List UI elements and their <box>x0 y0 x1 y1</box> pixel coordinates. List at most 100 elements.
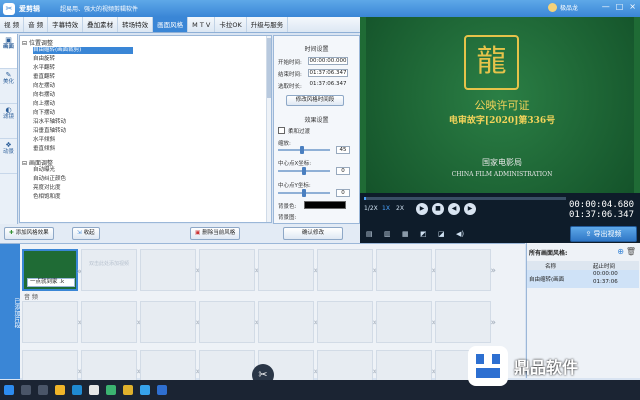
end-time-field[interactable]: 01:37:06.347 <box>308 69 348 77</box>
effect-item[interactable]: 向上摆动 <box>33 101 133 108</box>
tab-upgrade[interactable]: 升级与服务 <box>247 17 289 32</box>
effect-item[interactable]: 自动纠正颜色 <box>33 176 133 183</box>
slider-knob[interactable] <box>302 167 306 175</box>
settings-icon[interactable]: ◩ <box>420 230 427 238</box>
speed-1x-button[interactable]: 1X <box>382 205 390 212</box>
collapse-button[interactable]: ⇲ 收起 <box>72 227 100 240</box>
add-icon[interactable]: ⊕ <box>617 247 624 256</box>
effect-item[interactable]: 自由旋转 <box>33 56 133 63</box>
delete-effect-button[interactable]: ▣ 删除当前风格 <box>190 227 241 240</box>
timeline-side-tab[interactable]: 已添加片段 <box>0 244 20 379</box>
tab-video[interactable]: 视 频 <box>0 17 25 32</box>
minimize-button[interactable]: — <box>602 2 610 11</box>
open-file-icon[interactable]: ▤ <box>366 230 373 238</box>
empty-clip-slot[interactable]: » <box>376 301 437 343</box>
empty-clip-slot[interactable]: » <box>376 249 437 291</box>
folder-icon[interactable] <box>89 385 99 395</box>
scale-input[interactable]: 45 <box>336 146 350 154</box>
sidebar-item-beautify[interactable]: ✎ 美化 <box>0 69 17 104</box>
empty-clip-slot[interactable]: 双击此处添加视频 <box>81 249 137 291</box>
empty-clip-slot[interactable]: » <box>140 301 201 343</box>
effect-item[interactable]: 向左摆动 <box>33 83 133 90</box>
effect-item[interactable]: 沿垂直轴转动 <box>33 128 133 135</box>
bg-color-picker[interactable] <box>304 201 346 209</box>
capture-icon[interactable]: ▥ <box>384 230 391 238</box>
tab-karaoke[interactable]: 卡拉OK <box>215 17 247 32</box>
add-effect-button[interactable]: ✚ 添加风格效果 <box>4 227 54 240</box>
aijianji-icon[interactable] <box>157 385 167 395</box>
empty-clip-slot[interactable]: » <box>140 249 201 291</box>
tab-mtv[interactable]: M T V <box>188 17 216 32</box>
stop-icon[interactable]: ■ <box>432 203 444 215</box>
speed-2x-button[interactable]: 2X <box>396 205 404 212</box>
effect-item[interactable]: 水平翻转 <box>33 65 133 72</box>
center-x-slider[interactable] <box>278 167 330 175</box>
effect-item[interactable]: 水平倾斜 <box>33 137 133 144</box>
empty-clip-slot[interactable]: » <box>317 249 378 291</box>
tab-audio[interactable]: 音 频 <box>24 17 49 32</box>
tab-overlay[interactable]: 叠加素材 <box>83 17 119 32</box>
empty-clip-slot[interactable]: » <box>435 301 496 343</box>
start-time-field[interactable]: 00:00:00.000 <box>308 57 348 65</box>
sidebar-item-motion[interactable]: ❖ 动景 <box>0 139 17 174</box>
style-list-row[interactable]: 自由缩转(画面 00:00:00 01:37:06 <box>527 270 639 288</box>
play-icon[interactable]: ▶ <box>416 203 428 215</box>
slider-knob[interactable] <box>300 146 304 154</box>
trash-icon[interactable]: 🗑 <box>626 247 636 256</box>
center-y-input[interactable]: 0 <box>336 189 350 197</box>
explorer-icon[interactable] <box>55 385 65 395</box>
sidebar-item-picture[interactable]: ▣ 画面 <box>0 34 17 69</box>
effect-item[interactable]: 沿水平轴转动 <box>33 119 133 126</box>
next-frame-icon[interactable]: ▶ <box>464 203 476 215</box>
empty-clip-slot[interactable]: » <box>258 301 319 343</box>
empty-clip-slot[interactable]: » <box>317 301 378 343</box>
empty-clip-slot[interactable]: » <box>199 301 260 343</box>
effect-item[interactable]: 自动曝光 <box>33 167 133 174</box>
confirm-modify-button[interactable]: 确认修改 <box>283 227 343 240</box>
maximize-button[interactable]: □ <box>616 2 624 11</box>
search-icon[interactable] <box>21 385 31 395</box>
app-slogan: 超易用、强大的视频剪辑软件 <box>60 6 139 13</box>
app-icon[interactable] <box>123 385 133 395</box>
export-video-button[interactable]: ⇪ 导出视频 <box>570 226 637 242</box>
empty-clip-slot[interactable]: » <box>435 249 496 291</box>
prev-frame-icon[interactable]: ◀ <box>448 203 460 215</box>
empty-clip-slot[interactable]: » <box>199 249 260 291</box>
speed-half-button[interactable]: 1/2X <box>364 205 378 212</box>
group-header-picture[interactable]: ⊟ 画面调整 <box>22 158 53 167</box>
screenshot-icon[interactable]: ▦ <box>402 230 409 238</box>
wechat-icon[interactable] <box>106 385 116 395</box>
sidebar-item-filter[interactable]: ◐ 滤镜 <box>0 104 17 139</box>
effect-item[interactable]: 垂直倾斜 <box>33 146 133 153</box>
effect-item[interactable]: 垂直翻转 <box>33 74 133 81</box>
effect-item[interactable]: 亮度对比度 <box>33 185 133 192</box>
slider-knob[interactable] <box>302 189 306 197</box>
taskview-icon[interactable] <box>38 385 48 395</box>
effect-item[interactable]: 向下摆动 <box>33 110 133 117</box>
qq-icon[interactable] <box>140 385 150 395</box>
crop-icon[interactable]: ◪ <box>438 230 445 238</box>
modify-time-button[interactable]: 修改风格时间段 <box>286 95 344 106</box>
effects-scrollbar[interactable] <box>266 36 271 222</box>
scrollbar-thumb[interactable] <box>267 38 271 98</box>
tab-style[interactable]: 画面风格 <box>153 17 189 32</box>
effect-item[interactable]: 向右摆动 <box>33 92 133 99</box>
tab-subtitle[interactable]: 字幕特效 <box>48 17 84 32</box>
center-x-input[interactable]: 0 <box>336 167 350 175</box>
edge-icon[interactable] <box>72 385 82 395</box>
tab-transition[interactable]: 转场特效 <box>118 17 154 32</box>
group-header-position[interactable]: ⊟ 位置调整 <box>22 38 53 47</box>
empty-clip-slot[interactable]: » <box>22 301 83 343</box>
effect-item[interactable]: 色相饱和度 <box>33 194 133 201</box>
empty-clip-slot[interactable]: » <box>81 301 142 343</box>
start-icon[interactable] <box>4 385 14 395</box>
scale-slider[interactable] <box>278 146 330 154</box>
smooth-transition-checkbox[interactable] <box>278 127 285 134</box>
empty-clip-slot[interactable]: » <box>258 249 319 291</box>
user-account[interactable]: 极品龙 <box>547 3 578 12</box>
effect-item[interactable]: 自由缩转(画面裁剪) <box>33 47 133 54</box>
close-button[interactable]: × <box>629 2 636 11</box>
playback-progress-bar[interactable] <box>364 197 566 200</box>
volume-icon[interactable]: ◀) <box>456 230 464 238</box>
center-y-slider[interactable] <box>278 189 330 197</box>
